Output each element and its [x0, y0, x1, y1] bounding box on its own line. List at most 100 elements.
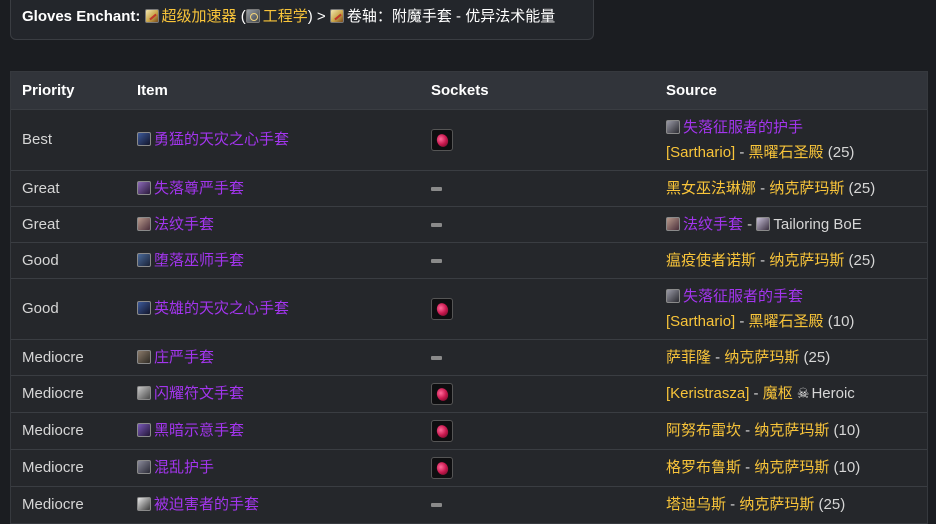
column-header-source[interactable]: Source — [655, 72, 927, 109]
scroll-link[interactable]: 卷轴：附魔手套 - 优异法术能量 — [347, 8, 555, 25]
table-row: Mediocre 黑暗示意手套 阿努布雷坎 - 纳克萨玛斯 (10) — [11, 411, 927, 449]
item-link[interactable]: 闪耀符文手套 — [154, 385, 244, 402]
gloves-enchant-bar: Gloves Enchant: 超级加速器 (工程学) > 卷轴：附魔手套 - … — [10, 0, 594, 40]
gloves-icon — [137, 216, 151, 231]
source-boss-link[interactable]: [Keristrasza] — [666, 385, 749, 402]
separator: - — [735, 312, 749, 330]
table-row: Good 英雄的天灾之心手套 失落征服者的手套 [Sarthario] - 黑曜… — [11, 277, 927, 339]
source-zone-link[interactable]: 纳克萨玛斯 — [769, 180, 844, 197]
priority-cell: Best — [11, 108, 126, 170]
item-link[interactable]: 被迫害者的手套 — [154, 496, 259, 513]
source-cell: 法纹手套 - Tailoring BoE — [655, 205, 927, 242]
source-profession: Tailoring BoE — [773, 215, 862, 233]
gloves-icon — [137, 132, 151, 146]
separator: - — [749, 385, 763, 402]
item-link[interactable]: 庄严手套 — [154, 349, 214, 366]
gloves-icon — [137, 460, 151, 474]
socket-cell — [420, 277, 655, 339]
source-cell: [Keristrasza] - 魔枢 ☠ Heroic — [655, 374, 927, 412]
source-boss-link[interactable]: [Sarthario] — [666, 144, 735, 161]
separator: - — [735, 143, 749, 161]
table-row: Mediocre 混乱护手 格罗布鲁斯 - 纳克萨玛斯 (10) — [11, 448, 927, 486]
source-item-link[interactable]: 法纹手套 — [683, 216, 743, 233]
recipe-link[interactable]: 超级加速器 — [162, 8, 237, 25]
raid-size: (25) — [827, 143, 855, 161]
item-cell: 堕落巫师手套 — [126, 241, 420, 278]
no-socket-dash — [431, 258, 442, 263]
raid-size: (25) — [818, 496, 846, 513]
token-icon — [666, 288, 680, 303]
no-socket-dash — [431, 186, 442, 191]
paren-open: ( — [240, 8, 246, 25]
column-header-priority[interactable]: Priority — [11, 72, 126, 109]
column-header-sockets[interactable]: Sockets — [420, 72, 655, 109]
separator: - — [726, 496, 740, 513]
priority-cell: Good — [11, 241, 126, 278]
item-link[interactable]: 法纹手套 — [154, 216, 214, 233]
table-row: Best 勇猛的天灾之心手套 失落征服者的护手 [Sarthario] - 黑曜… — [11, 108, 927, 170]
table-row: Mediocre 被迫害者的手套 塔迪乌斯 - 纳克萨玛斯 (25) — [11, 485, 927, 523]
source-boss-link[interactable]: 格罗布鲁斯 — [666, 459, 741, 476]
red-gem-socket-icon — [431, 129, 453, 152]
tailoring-icon — [756, 216, 771, 231]
item-link[interactable]: 勇猛的天灾之心手套 — [154, 131, 289, 148]
item-link[interactable]: 英雄的天灾之心手套 — [154, 300, 289, 317]
source-zone-link[interactable]: 黑曜石圣殿 — [749, 313, 824, 330]
raid-size: (25) — [848, 179, 876, 197]
source-zone-link[interactable]: 魔枢 — [763, 385, 793, 402]
item-link[interactable]: 混乱护手 — [154, 459, 214, 476]
source-cell: 失落征服者的护手 [Sarthario] - 黑曜石圣殿 (25) — [655, 108, 927, 170]
source-zone-link[interactable]: 纳克萨玛斯 — [769, 252, 844, 269]
source-boss-link[interactable]: [Sarthario] — [666, 313, 735, 330]
no-socket-dash — [431, 355, 442, 360]
source-cell: 萨菲隆 - 纳克萨玛斯 (25) — [655, 338, 927, 375]
source-zone-link[interactable]: 纳克萨玛斯 — [724, 349, 799, 366]
table-header-row: Priority Item Sockets Source — [11, 72, 927, 109]
item-cell: 失落尊严手套 — [126, 169, 420, 206]
socket-cell — [420, 108, 655, 170]
table-row: Great 失落尊严手套 黑女巫法琳娜 - 纳克萨玛斯 (25) — [11, 169, 927, 206]
item-cell: 勇猛的天灾之心手套 — [126, 108, 420, 170]
gear-priority-table: Priority Item Sockets Source Best 勇猛的天灾之… — [10, 71, 928, 524]
source-cell: 瘟疫使者诺斯 - 纳克萨玛斯 (25) — [655, 241, 927, 278]
socket-cell — [420, 205, 655, 242]
source-zone-link[interactable]: 黑曜石圣殿 — [749, 144, 824, 161]
source-zone-link[interactable]: 纳克萨玛斯 — [754, 459, 829, 476]
column-header-item[interactable]: Item — [126, 72, 420, 109]
item-link[interactable]: 堕落巫师手套 — [154, 252, 244, 269]
source-token-link[interactable]: 失落征服者的护手 — [683, 119, 803, 136]
source-boss-link[interactable]: 阿努布雷坎 — [666, 422, 741, 439]
gloves-icon — [666, 216, 680, 231]
socket-cell — [420, 485, 655, 523]
item-link[interactable]: 失落尊严手套 — [154, 180, 244, 197]
source-zone-link[interactable]: 纳克萨玛斯 — [739, 496, 814, 513]
separator: - — [743, 215, 757, 233]
gloves-icon — [137, 423, 151, 437]
socket-cell — [420, 374, 655, 412]
gloves-icon — [137, 386, 151, 400]
profession-link[interactable]: 工程学 — [263, 8, 308, 25]
item-link[interactable]: 黑暗示意手套 — [154, 422, 244, 439]
table-row: Great 法纹手套 法纹手套 - Tailoring BoE — [11, 205, 927, 242]
priority-cell: Mediocre — [11, 374, 126, 412]
raid-size: (10) — [833, 459, 861, 476]
item-cell: 闪耀符文手套 — [126, 374, 420, 412]
source-token-link[interactable]: 失落征服者的手套 — [683, 288, 803, 305]
priority-cell: Mediocre — [11, 448, 126, 486]
source-boss-link[interactable]: 黑女巫法琳娜 — [666, 180, 756, 197]
red-gem-socket-icon — [431, 383, 453, 406]
raid-size: (25) — [803, 348, 831, 366]
source-boss-link[interactable]: 萨菲隆 — [666, 349, 711, 366]
source-boss-link[interactable]: 塔迪乌斯 — [666, 496, 726, 513]
socket-cell — [420, 169, 655, 206]
item-cell: 庄严手套 — [126, 338, 420, 375]
table-row: Good 堕落巫师手套 瘟疫使者诺斯 - 纳克萨玛斯 (25) — [11, 241, 927, 278]
source-cell: 塔迪乌斯 - 纳克萨玛斯 (25) — [655, 485, 927, 523]
priority-cell: Mediocre — [11, 485, 126, 523]
separator: - — [711, 348, 725, 366]
gloves-icon — [137, 301, 151, 315]
source-zone-link[interactable]: 纳克萨玛斯 — [754, 422, 829, 439]
paren-close: ) — [307, 8, 313, 25]
source-boss-link[interactable]: 瘟疫使者诺斯 — [666, 252, 756, 269]
item-cell: 法纹手套 — [126, 205, 420, 242]
